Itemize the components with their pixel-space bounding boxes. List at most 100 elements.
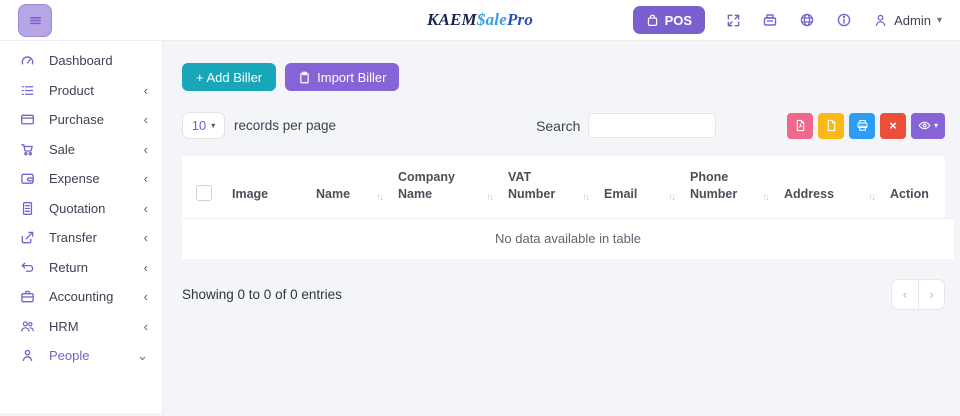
chevron-left-icon: ‹: [143, 230, 148, 246]
person-icon: [20, 348, 36, 363]
export-pdf-button[interactable]: [787, 112, 813, 139]
sort-icon[interactable]: ↑↓: [482, 192, 494, 203]
sort-icon[interactable]: ↑↓: [664, 192, 676, 203]
list-icon: [20, 83, 36, 98]
sidebar-toggle-button[interactable]: [18, 3, 52, 37]
print-button[interactable]: [849, 112, 875, 139]
sort-icon[interactable]: ↑↓: [578, 192, 590, 203]
chevron-left-icon: ‹: [902, 286, 908, 302]
add-biller-label: + Add Biller: [196, 69, 263, 85]
sidebar-item-transfer[interactable]: Transfer ‹: [0, 223, 162, 253]
column-header-name[interactable]: Name ↑↓: [308, 156, 390, 219]
sidebar-item-label: Quotation: [49, 200, 106, 216]
pagination-next-button[interactable]: ›: [918, 278, 945, 310]
sidebar-item-label: People: [49, 348, 90, 364]
column-header-action: Action: [882, 156, 954, 219]
chevron-left-icon: ‹: [143, 289, 148, 305]
main-content: + Add Biller Import Biller 10 ▾ records …: [164, 41, 960, 416]
chevron-down-icon: ⌄: [137, 348, 148, 364]
chevron-left-icon: ‹: [143, 318, 148, 334]
select-all-checkbox[interactable]: [196, 184, 212, 201]
cash-register-button[interactable]: [762, 12, 778, 28]
page-size-value: 10: [191, 118, 207, 133]
sidebar-item-purchase[interactable]: Purchase ‹: [0, 105, 162, 135]
chevron-left-icon: ‹: [143, 200, 148, 216]
sidebar-item-expense[interactable]: Expense ‹: [0, 164, 162, 194]
users-icon: [20, 319, 36, 334]
search-zone: Search: [536, 113, 717, 138]
sidebar-item-product[interactable]: Product ‹: [0, 76, 162, 106]
sidebar-item-accounting[interactable]: Accounting ‹: [0, 282, 162, 312]
import-biller-label: Import Biller: [317, 69, 387, 85]
globe-icon: [800, 13, 814, 27]
column-header-vat-number[interactable]: VAT Number ↑↓: [500, 156, 596, 219]
column-header-address[interactable]: Address ↑↓: [776, 156, 882, 219]
chevron-left-icon: ‹: [143, 171, 148, 187]
sidebar-item-people[interactable]: People ⌄: [0, 341, 162, 371]
wallet-icon: [20, 171, 36, 186]
pos-button[interactable]: POS: [632, 6, 706, 34]
gauge-icon: [20, 53, 36, 68]
pdf-file-icon: [796, 119, 804, 132]
eye-icon: [918, 121, 931, 130]
file-icon: [827, 119, 835, 132]
sidebar-item-quotation[interactable]: Quotation ‹: [0, 194, 162, 224]
sidebar-item-label: Accounting: [49, 289, 114, 305]
pos-button-label: POS: [664, 12, 693, 28]
search-input[interactable]: [588, 113, 717, 138]
sidebar-item-sale[interactable]: Sale ‹: [0, 135, 162, 165]
fullscreen-button[interactable]: [726, 13, 741, 28]
export-file-button[interactable]: [818, 112, 844, 139]
column-header-email[interactable]: Email ↑↓: [596, 156, 682, 219]
cash-register-icon: [763, 14, 777, 26]
shopping-cart-icon: [20, 142, 36, 157]
chevron-left-icon: ‹: [143, 82, 148, 98]
pagination-prev-button[interactable]: ‹: [891, 278, 918, 310]
column-label: Company Name: [398, 170, 455, 201]
delete-button[interactable]: ×: [880, 112, 906, 139]
logo-part-sale: $ale: [476, 10, 507, 29]
info-button[interactable]: [836, 12, 852, 28]
import-biller-button[interactable]: Import Biller: [285, 63, 400, 91]
top-header: KAEM$alePro POS Admin ▾: [0, 0, 960, 41]
info-icon: [837, 13, 851, 27]
column-header-company-name[interactable]: Company Name ↑↓: [390, 156, 500, 219]
column-label: Email: [604, 186, 638, 201]
sort-icon[interactable]: ↑↓: [864, 192, 876, 203]
sidebar-item-return[interactable]: Return ‹: [0, 253, 162, 283]
search-label: Search: [536, 117, 581, 134]
column-label: Name: [316, 186, 351, 201]
sort-icon[interactable]: ↑↓: [372, 192, 384, 203]
page-size-select[interactable]: 10 ▾: [182, 112, 225, 139]
briefcase-icon: [20, 289, 36, 304]
close-icon: ×: [889, 118, 897, 133]
pagination: ‹ ›: [891, 278, 945, 310]
admin-menu[interactable]: Admin ▾: [873, 13, 942, 28]
hamburger-icon: [29, 16, 41, 24]
sidebar-item-hrm[interactable]: HRM ‹: [0, 312, 162, 342]
column-label: Image: [232, 186, 269, 201]
add-biller-button[interactable]: + Add Biller: [182, 63, 277, 91]
sort-icon[interactable]: ↑↓: [758, 192, 770, 203]
column-header-phone-number[interactable]: Phone Number ↑↓: [682, 156, 776, 219]
chevron-right-icon: ›: [929, 286, 934, 302]
sidebar-item-label: Expense: [49, 171, 100, 187]
clipboard-icon: [300, 71, 309, 83]
caret-down-icon: ▾: [211, 121, 216, 130]
column-label: Action: [890, 186, 929, 201]
sidebar-item-label: Transfer: [49, 230, 97, 246]
export-buttons: × ▾: [787, 112, 945, 139]
billers-table-card: Image Name ↑↓ Company Name ↑↓ VAT Number ↑↓…: [182, 156, 954, 259]
column-visibility-button[interactable]: ▾: [911, 112, 945, 139]
share-icon: [20, 230, 36, 245]
sidebar-item-label: Return: [49, 259, 89, 275]
language-button[interactable]: [799, 12, 815, 28]
records-per-page-label: records per page: [234, 118, 337, 133]
column-label: VAT Number: [508, 170, 556, 201]
column-label: Phone Number: [690, 170, 738, 201]
sidebar-item-label: Sale: [49, 141, 76, 157]
empty-message: No data available in table: [182, 218, 954, 259]
table-header-row: Image Name ↑↓ Company Name ↑↓ VAT Number ↑↓…: [182, 156, 954, 219]
sidebar-item-label: Purchase: [49, 112, 104, 128]
sidebar-item-dashboard[interactable]: Dashboard: [0, 46, 162, 76]
